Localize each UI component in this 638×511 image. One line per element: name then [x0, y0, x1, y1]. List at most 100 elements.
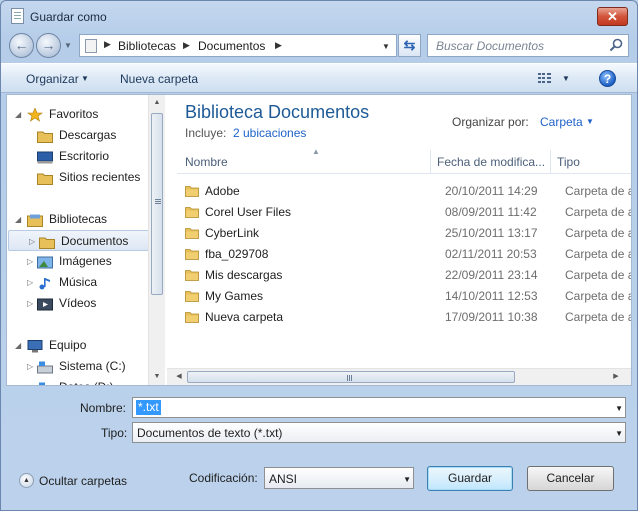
library-location-icon: [85, 39, 97, 53]
file-name-selected-text[interactable]: *.txt: [136, 400, 161, 415]
grip-icon: [155, 199, 161, 200]
file-type: Carpeta de a: [565, 247, 631, 261]
file-list-row[interactable]: Mis descargas 22/09/2011 23:14 Carpeta de …: [185, 265, 631, 286]
refresh-button[interactable]: ⇆: [398, 34, 421, 57]
search-input[interactable]: Buscar Documentos: [436, 39, 544, 53]
file-list-row[interactable]: Corel User Files 08/09/2011 11:42 Carpeta …: [185, 202, 631, 223]
breadcrumb-documentos[interactable]: Documentos: [198, 39, 265, 53]
sort-ascending-icon: ▲: [312, 147, 320, 156]
breadcrumb-separator-icon[interactable]: ▶: [104, 39, 111, 50]
chevron-down-icon[interactable]: ▼: [586, 117, 594, 126]
address-dropdown-icon[interactable]: ▼: [382, 42, 390, 51]
desktop-icon: [37, 150, 53, 164]
new-folder-button[interactable]: Nueva carpeta: [120, 72, 198, 86]
file-list-horizontal-scrollbar[interactable]: ◀ ▶: [167, 368, 631, 385]
content-area: ◢Favoritos▷Descargas▷Escritorio▷Sitios r…: [6, 94, 632, 386]
sidebar-item-documentos[interactable]: ▷ Documentos: [8, 230, 149, 251]
arrange-by-dropdown[interactable]: Carpeta: [540, 115, 583, 129]
expanded-arrow-icon[interactable]: ◢: [15, 335, 21, 356]
folder-icon: [185, 186, 199, 197]
file-date-modified: 22/09/2011 23:14: [445, 268, 538, 282]
forward-button[interactable]: →: [36, 33, 61, 58]
collapsed-arrow-icon[interactable]: ▷: [29, 231, 35, 252]
file-list-row[interactable]: CyberLink 25/10/2011 13:17 Carpeta de a: [185, 223, 631, 244]
close-button[interactable]: ✕: [597, 7, 628, 26]
breadcrumb-separator-icon[interactable]: ▶: [183, 40, 190, 51]
file-list-row[interactable]: Nueva carpeta 17/09/2011 10:38 Carpeta de …: [185, 307, 631, 328]
breadcrumb-bibliotecas[interactable]: Bibliotecas: [118, 39, 176, 53]
file-type: Carpeta de a: [565, 184, 631, 198]
sidebar-item-bibliotecas[interactable]: ◢ Bibliotecas: [7, 209, 148, 230]
sidebar-item-sistema-c[interactable]: ▷ Sistema (C:): [7, 356, 148, 377]
sidebar-item-favoritos[interactable]: ◢ Favoritos: [7, 104, 148, 125]
grip-icon: [347, 375, 348, 381]
cancel-button[interactable]: Cancelar: [527, 466, 614, 491]
chevron-down-icon[interactable]: ▼: [81, 74, 89, 83]
collapsed-arrow-icon[interactable]: ▷: [27, 377, 33, 385]
file-name-dropdown-icon[interactable]: ▼: [615, 404, 623, 413]
file-type-select[interactable]: Documentos de texto (*.txt) ▼: [132, 422, 626, 443]
sidebar-item-datos-d[interactable]: ▷ Datos (D:): [7, 377, 148, 385]
file-date-modified: 14/10/2011 12:53: [445, 289, 538, 303]
file-list-row[interactable]: My Games 14/10/2011 12:53 Carpeta de a: [185, 286, 631, 307]
back-button[interactable]: ←: [9, 33, 34, 58]
sidebar-item-imágenes[interactable]: ▷ Imágenes: [7, 251, 148, 272]
scrollbar-thumb[interactable]: [151, 113, 163, 295]
videos-library-icon: [37, 297, 53, 311]
collapsed-arrow-icon[interactable]: ▷: [27, 272, 33, 293]
file-list-row[interactable]: Adobe 20/10/2011 14:29 Carpeta de a: [185, 181, 631, 202]
breadcrumb-separator-icon[interactable]: ▶: [275, 40, 282, 51]
chevron-down-icon[interactable]: ▼: [615, 429, 623, 438]
navigation-pane-scrollbar[interactable]: ▲ ▼: [148, 95, 165, 385]
computer-icon: [27, 339, 43, 353]
file-name: fba_029708: [205, 247, 269, 261]
chevron-down-icon[interactable]: ▼: [403, 475, 411, 484]
includes-locations-link[interactable]: 2 ubicaciones: [233, 126, 306, 140]
file-name: CyberLink: [205, 226, 260, 240]
column-divider[interactable]: [430, 150, 431, 174]
scroll-right-icon[interactable]: ▶: [608, 369, 624, 385]
collapsed-arrow-icon[interactable]: ▷: [27, 356, 33, 377]
column-date-modified[interactable]: Fecha de modifica...: [437, 155, 545, 169]
scroll-up-icon[interactable]: ▲: [149, 95, 165, 111]
file-name: Mis descargas: [205, 268, 283, 282]
sidebar-item-label: Equipo: [49, 338, 87, 352]
sidebar-item-vídeos[interactable]: ▷ Vídeos: [7, 293, 148, 314]
save-as-dialog: Guardar como ✕ ← → ▼ ▶ Bibliotecas ▶ Doc…: [0, 0, 638, 511]
expanded-arrow-icon[interactable]: ◢: [15, 104, 21, 125]
search-box[interactable]: Buscar Documentos: [427, 34, 629, 57]
file-name-input[interactable]: *.txt ▼: [132, 397, 626, 418]
file-name: My Games: [205, 289, 264, 303]
save-button[interactable]: Guardar: [427, 466, 513, 491]
search-icon[interactable]: [609, 38, 623, 52]
column-type[interactable]: Tipo: [557, 155, 580, 169]
column-name[interactable]: Nombre: [185, 155, 228, 169]
command-bar: Organizar ▼ Nueva carpeta ▼ ?: [1, 63, 637, 93]
sidebar-item-equipo[interactable]: ◢ Equipo: [7, 335, 148, 356]
column-divider[interactable]: [550, 150, 551, 174]
organize-button[interactable]: Organizar: [26, 72, 79, 86]
scroll-left-icon[interactable]: ◀: [171, 369, 187, 385]
collapsed-arrow-icon[interactable]: ▷: [27, 293, 33, 314]
file-type: Carpeta de a: [565, 289, 631, 303]
expanded-arrow-icon[interactable]: ◢: [15, 209, 21, 230]
sidebar-item-música[interactable]: ▷ Música: [7, 272, 148, 293]
help-icon[interactable]: ?: [599, 70, 616, 87]
encoding-select[interactable]: ANSI ▼: [264, 467, 414, 489]
forward-arrow-icon: →: [41, 37, 56, 53]
title-bar: Guardar como ✕: [1, 1, 637, 31]
collapsed-arrow-icon[interactable]: ▷: [27, 251, 33, 272]
scroll-down-icon[interactable]: ▼: [149, 369, 165, 385]
recent-pages-dropdown[interactable]: ▼: [64, 41, 72, 50]
sidebar-item-sitios-recientes[interactable]: ▷Sitios recientes: [7, 167, 148, 188]
scrollbar-thumb[interactable]: [187, 371, 515, 383]
views-dropdown-icon[interactable]: ▼: [562, 74, 570, 83]
sidebar-item-descargas[interactable]: ▷Descargas: [7, 125, 148, 146]
views-icon[interactable]: [538, 73, 551, 84]
encoding-value: ANSI: [269, 472, 298, 486]
sidebar-item-label: Música: [59, 275, 98, 289]
file-list-row[interactable]: fba_029708 02/11/2011 20:53 Carpeta de a: [185, 244, 631, 265]
address-bar[interactable]: ▶ Bibliotecas ▶ Documentos ▶ ▼: [79, 34, 397, 57]
sidebar-item-label: Imágenes: [59, 254, 112, 268]
sidebar-item-escritorio[interactable]: ▷Escritorio: [7, 146, 148, 167]
